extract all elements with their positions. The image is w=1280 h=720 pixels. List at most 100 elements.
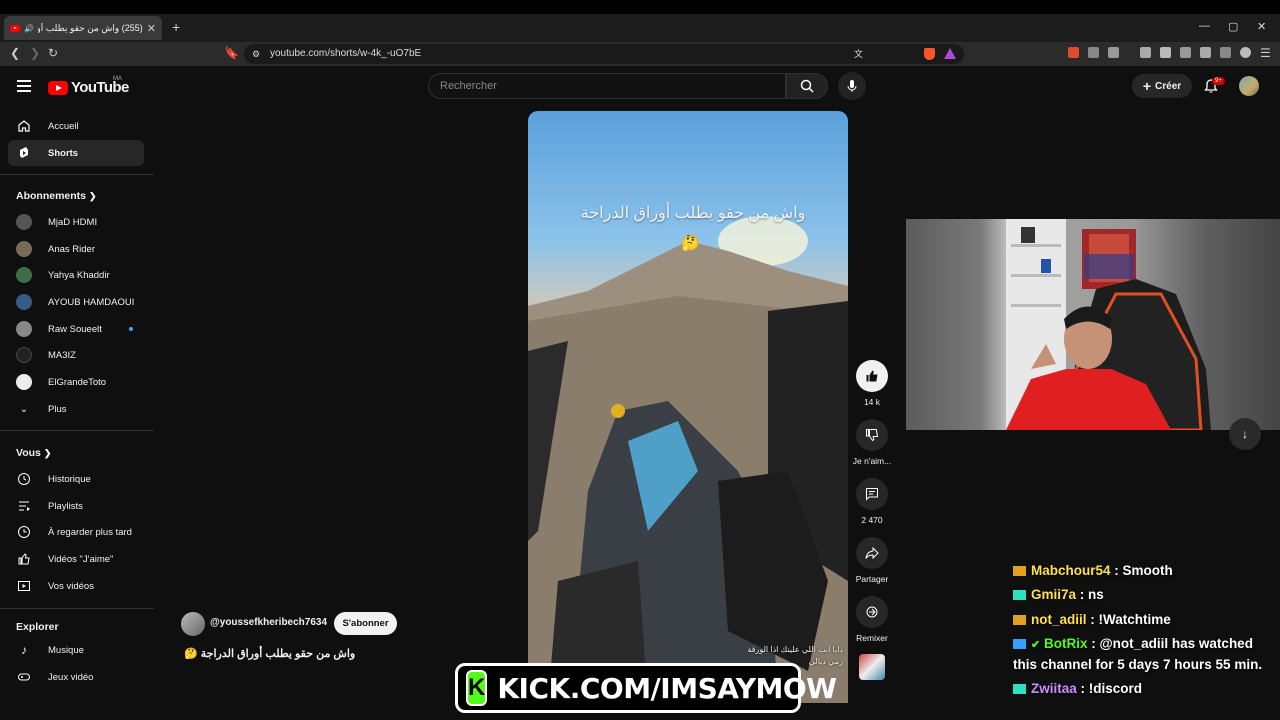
browser-tab-bar: 🔊 (255) واش من حقو يطلب أوراق ✕ + — ▢ ✕	[0, 14, 1280, 42]
notification-badge: 9+	[1212, 77, 1225, 85]
you-heading[interactable]: Vous ❯	[16, 447, 51, 459]
verified-icon: ✔	[1031, 639, 1041, 651]
chat-text: : !discord	[1080, 681, 1143, 696]
sidebar-item-channel[interactable]: MA3IZ	[8, 342, 144, 368]
thinking-emoji: 🤔	[184, 648, 198, 660]
vpn-icon[interactable]	[1220, 47, 1231, 58]
minimize-button[interactable]: —	[1199, 20, 1210, 32]
kick-logo-icon: K	[466, 670, 488, 706]
sidebar-item-label: À regarder plus tard	[48, 526, 132, 538]
kick-banner: K KICK.COM/IMSAYMOW	[455, 663, 837, 713]
channel-avatar	[16, 241, 32, 257]
thumbs-up-icon	[856, 360, 888, 392]
comment-count: 2 470	[861, 515, 883, 525]
shorts-icon	[16, 146, 32, 160]
site-info-icon[interactable]: ⚙	[252, 44, 260, 64]
reload-icon[interactable]: ↻	[48, 46, 58, 60]
caption-line: دابا انت اللي عليتك اذا الورقة	[747, 645, 843, 654]
sidebar-item-channel[interactable]: MjaD HDMI	[8, 209, 144, 235]
channel-avatar[interactable]	[181, 612, 205, 636]
sidebar-item-music[interactable]: ♪ Musique	[8, 637, 144, 663]
profile-icon[interactable]	[1240, 47, 1251, 58]
address-bar[interactable]: ⚙ youtube.com/shorts/w-4k_-uO7bE 文	[244, 44, 964, 64]
description-text: واش من حقو يطلب أوراق الدراجة	[200, 648, 356, 660]
chat-message: Zwiitaa : !discord	[1013, 679, 1142, 699]
screen: 🔊 (255) واش من حقو يطلب أوراق ✕ + — ▢ ✕ …	[0, 0, 1280, 720]
share-button[interactable]: Partager	[852, 537, 892, 584]
sidebar-item-channel[interactable]: AYOUB HAMDAOUI	[8, 289, 144, 315]
comment-icon	[856, 478, 888, 510]
puzzle-icon[interactable]	[1088, 47, 1099, 58]
new-content-dot	[129, 327, 133, 331]
video-frame	[528, 216, 848, 703]
sidebar-item-history[interactable]: Historique	[8, 466, 144, 492]
home-icon	[16, 119, 32, 133]
browser-tab[interactable]: 🔊 (255) واش من حقو يطلب أوراق ✕	[4, 16, 162, 40]
close-window-button[interactable]: ✕	[1257, 20, 1266, 33]
comments-button[interactable]: 2 470	[852, 478, 892, 525]
remix-icon	[856, 596, 888, 628]
sidebar-toggle-icon[interactable]	[1160, 47, 1171, 58]
chevron-right-icon: ❯	[43, 448, 52, 458]
brave-shield-icon[interactable]	[924, 48, 935, 60]
dislike-button[interactable]: Je n'aim...	[852, 419, 892, 466]
sidebar-item-label: Jeux vidéo	[48, 671, 94, 683]
plus-icon: +	[1142, 78, 1152, 94]
brave-rewards-icon[interactable]	[944, 48, 956, 59]
remix-label: Remixer	[856, 633, 888, 643]
bookmark-icon[interactable]: 🔖	[224, 46, 239, 60]
maximize-button[interactable]: ▢	[1228, 20, 1238, 33]
subscribe-button[interactable]: S'abonner	[334, 612, 397, 635]
sidebar-item-home[interactable]: Accueil	[8, 113, 144, 139]
sidebar-item-channel[interactable]: Anas Rider	[8, 236, 144, 262]
chat-message-continuation: this channel for 5 days 7 hours 55 min.	[1013, 657, 1263, 672]
subscriptions-heading[interactable]: Abonnements ❯	[16, 190, 96, 202]
channel-name: ElGrandeToto	[48, 376, 107, 388]
hamburger-menu-icon[interactable]	[17, 80, 31, 92]
short-video-player[interactable]: واش من حقو يطلب أوراق الدراجة 🤔 دابا انت…	[528, 111, 848, 703]
sidebar-item-your-videos[interactable]: Vos vidéos	[8, 573, 144, 599]
media-icon[interactable]	[1140, 47, 1151, 58]
sidebar-item-channel[interactable]: Yahya Khaddir	[8, 262, 144, 288]
sound-thumbnail[interactable]	[859, 654, 885, 680]
sidebar-item-liked[interactable]: Vidéos "J'aime"	[8, 546, 144, 572]
channel-avatar	[16, 321, 32, 337]
channel-handle[interactable]: @youssefkheribech7634	[210, 617, 327, 628]
browser-menu-icon[interactable]: ☰	[1260, 46, 1271, 60]
browser-toolbar: ❮ ❯ ↻ 🔖 ⚙ youtube.com/shorts/w-4k_-uO7bE…	[0, 42, 1280, 66]
video-description[interactable]: واش من حقو يطلب أوراق الدراجة 🤔	[184, 647, 355, 660]
channel-name: Raw Soueelt	[48, 323, 102, 335]
sidebar-item-watch-later[interactable]: À regarder plus tard	[8, 519, 144, 545]
search-input[interactable]: Rechercher	[428, 73, 786, 99]
search-button[interactable]	[786, 73, 828, 99]
remix-button[interactable]: Remixer	[852, 596, 892, 643]
chat-message: not_adiil : !Watchtime	[1013, 610, 1171, 630]
create-button[interactable]: + Créer	[1132, 74, 1192, 98]
thinking-emoji: 🤔	[681, 235, 700, 252]
sidebar-item-channel[interactable]: Raw Soueelt	[8, 316, 144, 342]
extension-icon[interactable]	[1068, 47, 1079, 58]
forward-icon[interactable]: ❯	[30, 46, 40, 60]
streamer-webcam	[906, 219, 1280, 430]
wallet-icon[interactable]	[1180, 47, 1191, 58]
like-button[interactable]: 14 k	[852, 360, 892, 407]
account-avatar[interactable]	[1239, 76, 1259, 96]
sidebar-item-playlists[interactable]: Playlists	[8, 493, 144, 519]
sidebar-item-label: Plus	[48, 403, 67, 415]
new-tab-button[interactable]: +	[172, 19, 180, 35]
bot-badge-icon	[1013, 639, 1026, 649]
back-icon[interactable]: ❮	[10, 46, 20, 60]
screenshot-icon[interactable]	[1108, 47, 1119, 58]
speaker-icon[interactable]: 🔊	[24, 24, 34, 33]
scroll-down-button[interactable]: ↓	[1229, 418, 1261, 450]
chat-text: : @not_adiil has watched	[1091, 636, 1253, 651]
sidebar-item-channel[interactable]: ElGrandeToto	[8, 369, 144, 395]
leo-icon[interactable]	[1200, 47, 1211, 58]
tab-close-icon[interactable]: ✕	[147, 22, 156, 35]
sidebar-item-shorts[interactable]: Shorts	[8, 140, 144, 166]
sidebar-item-more[interactable]: ⌄ Plus	[8, 396, 144, 422]
channel-name: Yahya Khaddir	[48, 269, 110, 281]
voice-search-button[interactable]	[838, 72, 866, 100]
translate-icon[interactable]: 文	[854, 44, 863, 64]
sidebar-item-gaming[interactable]: Jeux vidéo	[8, 664, 144, 690]
